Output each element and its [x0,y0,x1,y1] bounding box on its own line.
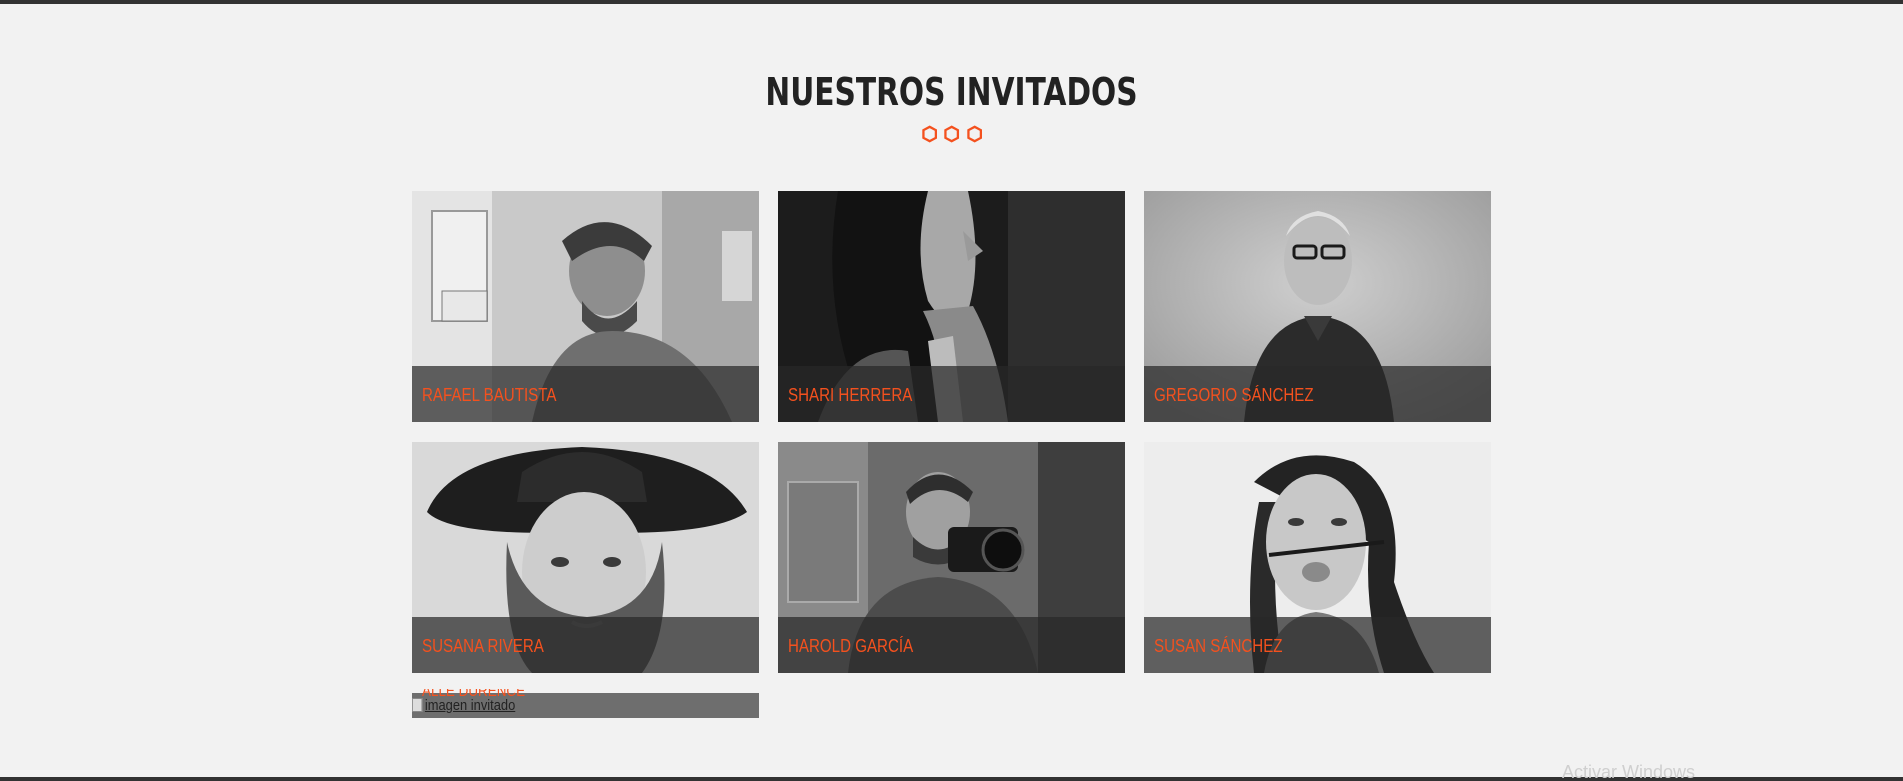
guest-name: RAFAEL BAUTISTA [422,385,557,405]
top-border [0,0,1903,4]
guest-caption: GREGORIO SÁNCHEZ [1144,366,1491,422]
guest-card[interactable]: SHARI HERRERA [778,191,1125,422]
broken-image-icon [412,698,423,712]
guest-name: HAROLD GARCÍA [788,636,914,656]
guest-card[interactable]: HAROLD GARCÍA [778,442,1125,673]
guest-caption: SUSANA RIVERA [412,617,759,673]
guest-card[interactable]: GREGORIO SÁNCHEZ [1144,191,1491,422]
guest-card[interactable]: RAFAEL BAUTISTA [412,191,759,422]
guest-caption: HAROLD GARCÍA [778,617,1125,673]
os-activation-watermark: Activar Windows [1562,762,1696,781]
guest-caption: RAFAEL BAUTISTA [412,366,759,422]
guest-card[interactable]: SUSAN SÁNCHEZ [1144,442,1491,673]
guest-name: GREGORIO SÁNCHEZ [1154,385,1314,405]
guest-caption: SHARI HERRERA [778,366,1125,422]
guest-card[interactable]: SUSANA RIVERA [412,442,759,673]
image-alt-text: imagen invitado [424,697,516,714]
guest-name: SUSAN SÁNCHEZ [1154,636,1283,656]
guest-name: SUSANA RIVERA [422,636,544,656]
hexagon-icon [944,125,960,143]
guest-card-broken[interactable]: ALLE DURENCE imagen invitado [412,689,759,718]
hexagon-icon [966,125,982,143]
broken-image-link[interactable]: imagen invitado [412,697,515,714]
guest-caption: SUSAN SÁNCHEZ [1144,617,1491,673]
section-title: NUESTROS INVITADOS [765,70,1138,114]
hexagon-icon [922,125,938,143]
guest-name: SHARI HERRERA [788,385,913,405]
title-divider [922,125,982,143]
